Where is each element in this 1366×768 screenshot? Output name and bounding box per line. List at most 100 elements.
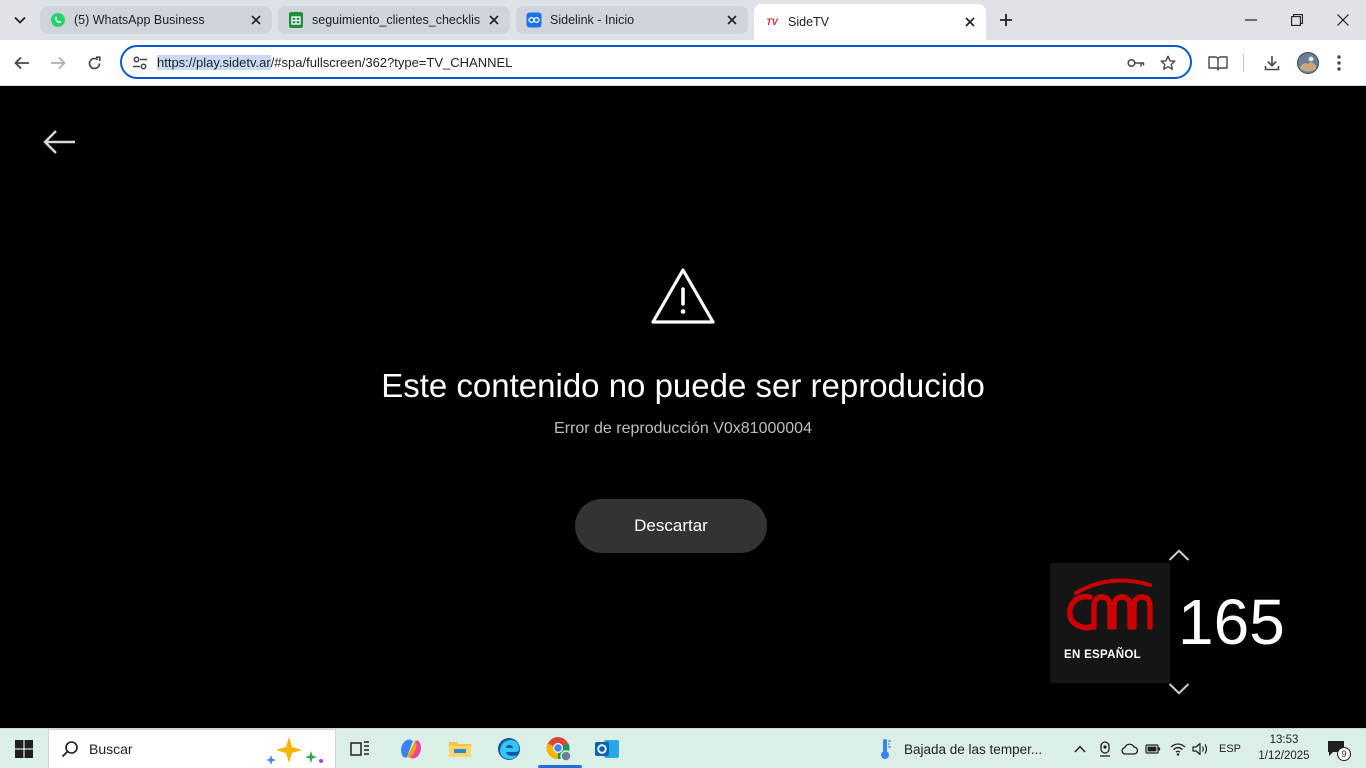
language-indicator[interactable]: ESP bbox=[1214, 729, 1246, 768]
restore-button[interactable] bbox=[1274, 0, 1320, 40]
plus-icon bbox=[1000, 14, 1012, 26]
battery-icon bbox=[1145, 744, 1161, 754]
dismiss-button[interactable]: Descartar bbox=[575, 499, 767, 553]
tab-title: (5) WhatsApp Business bbox=[74, 13, 205, 27]
browser-toolbar: https://play.sidetv.ar/#spa/fullscreen/3… bbox=[0, 40, 1366, 86]
task-view-icon bbox=[350, 741, 369, 756]
kebab-menu-icon bbox=[1337, 55, 1341, 71]
tab-sidetv[interactable]: TV SideTV bbox=[754, 4, 986, 40]
channel-up-button[interactable] bbox=[1166, 547, 1192, 563]
tray-onedrive-button[interactable] bbox=[1118, 729, 1140, 768]
task-view-button[interactable] bbox=[344, 729, 376, 768]
key-icon[interactable] bbox=[1126, 53, 1146, 73]
url-path: /#spa/fullscreen/362?type=TV_CHANNEL bbox=[270, 55, 513, 70]
tray-location-button[interactable] bbox=[1095, 729, 1115, 768]
restore-icon bbox=[1291, 14, 1303, 26]
minimize-button[interactable] bbox=[1228, 0, 1274, 40]
outlook-icon bbox=[595, 740, 619, 758]
whatsapp-icon bbox=[50, 12, 66, 28]
notification-center-button[interactable]: 9 bbox=[1320, 729, 1354, 768]
taskbar-search[interactable]: Buscar bbox=[48, 729, 336, 768]
channel-number: 165 bbox=[1178, 586, 1285, 658]
book-icon bbox=[1208, 56, 1228, 71]
tray-overflow-button[interactable] bbox=[1070, 729, 1090, 768]
forward-button[interactable] bbox=[43, 48, 73, 78]
speaker-icon bbox=[1192, 742, 1208, 756]
new-tab-button[interactable] bbox=[992, 7, 1020, 33]
reload-button[interactable] bbox=[79, 48, 109, 78]
arrow-left-icon bbox=[43, 130, 75, 154]
sheets-icon bbox=[288, 12, 304, 28]
weather-widget[interactable]: Bajada de las temper... bbox=[878, 729, 1058, 768]
clock-date: 1/12/2025 bbox=[1258, 750, 1310, 762]
location-icon bbox=[1100, 741, 1110, 757]
video-player: Este contenido no puede ser reproducido … bbox=[0, 87, 1366, 728]
minimize-icon bbox=[1245, 19, 1257, 21]
site-settings-icon[interactable] bbox=[130, 53, 150, 73]
chrome-button[interactable] bbox=[538, 729, 582, 768]
warning-icon bbox=[651, 268, 715, 324]
windows-icon bbox=[15, 740, 33, 758]
close-icon bbox=[1337, 14, 1349, 26]
language-label: ESP bbox=[1218, 743, 1241, 755]
outlook-button[interactable] bbox=[590, 729, 624, 768]
sparkle-icon bbox=[266, 737, 323, 765]
tray-volume-button[interactable] bbox=[1191, 729, 1211, 768]
tab-search-button[interactable] bbox=[6, 7, 34, 33]
url-text[interactable]: https://play.sidetv.ar/#spa/fullscreen/3… bbox=[157, 55, 512, 70]
taskbar-clock[interactable]: 13:53 1/12/2025 bbox=[1252, 732, 1316, 764]
chrome-icon bbox=[546, 737, 572, 762]
back-button[interactable] bbox=[7, 48, 37, 78]
copilot-icon bbox=[401, 739, 421, 759]
close-icon[interactable] bbox=[486, 12, 502, 28]
cnn-logo-icon bbox=[1067, 578, 1153, 631]
tab-strip: (5) WhatsApp Business seguimiento_client… bbox=[0, 0, 1366, 40]
downloads-button[interactable] bbox=[1259, 50, 1285, 76]
player-back-button[interactable] bbox=[40, 127, 78, 157]
channel-down-button[interactable] bbox=[1166, 681, 1192, 697]
channel-logo-subtitle: EN ESPAÑOL bbox=[1064, 649, 1141, 661]
file-explorer-button[interactable] bbox=[443, 729, 477, 768]
profile-avatar[interactable] bbox=[1295, 50, 1321, 76]
tray-power-button[interactable] bbox=[1143, 729, 1163, 768]
tab-sidelink[interactable]: Sidelink - Inicio bbox=[516, 6, 748, 34]
close-icon[interactable] bbox=[724, 12, 740, 28]
cloud-icon bbox=[1121, 743, 1138, 755]
tab-title: SideTV bbox=[788, 15, 829, 29]
sidelink-icon bbox=[526, 12, 542, 28]
bookmark-star-icon[interactable] bbox=[1158, 53, 1178, 73]
weather-text: Bajada de las temper... bbox=[904, 741, 1043, 757]
chevron-up-icon bbox=[1168, 549, 1190, 561]
chevron-down-icon bbox=[1168, 683, 1190, 695]
toolbar-separator bbox=[1243, 54, 1244, 72]
error-title: Este contenido no puede ser reproducido bbox=[381, 367, 985, 404]
edge-icon bbox=[498, 738, 520, 760]
start-button[interactable] bbox=[6, 729, 42, 768]
search-icon bbox=[61, 741, 78, 758]
edge-button[interactable] bbox=[492, 729, 526, 768]
arrow-right-icon bbox=[51, 56, 66, 70]
notification-count: 9 bbox=[1337, 747, 1351, 761]
folder-icon bbox=[449, 742, 471, 757]
url-origin: https://play.sidetv.ar bbox=[157, 55, 271, 70]
search-label: Buscar bbox=[89, 741, 133, 757]
sidetv-favicon-text: TV bbox=[766, 17, 778, 27]
close-icon[interactable] bbox=[248, 12, 264, 28]
tray-wifi-button[interactable] bbox=[1168, 729, 1188, 768]
tab-whatsapp[interactable]: (5) WhatsApp Business bbox=[40, 6, 272, 34]
taskbar: Buscar Bajada de las temper... ESP 13:53… bbox=[0, 728, 1366, 768]
close-window-button[interactable] bbox=[1320, 0, 1366, 40]
wifi-icon bbox=[1170, 743, 1186, 756]
chevron-up-icon bbox=[1074, 745, 1086, 753]
chevron-down-icon bbox=[14, 16, 26, 24]
reading-mode-button[interactable] bbox=[1205, 50, 1231, 76]
tab-title: seguimiento_clientes_checklist bbox=[312, 13, 480, 27]
menu-button[interactable] bbox=[1326, 50, 1352, 76]
tab-title: Sidelink - Inicio bbox=[550, 13, 635, 27]
tab-sheets[interactable]: seguimiento_clientes_checklist bbox=[278, 6, 510, 34]
close-icon[interactable] bbox=[962, 14, 978, 30]
copilot-button[interactable] bbox=[394, 729, 428, 768]
avatar-icon bbox=[1297, 52, 1319, 74]
arrow-left-icon bbox=[14, 56, 29, 70]
address-bar[interactable]: https://play.sidetv.ar/#spa/fullscreen/3… bbox=[120, 45, 1192, 79]
